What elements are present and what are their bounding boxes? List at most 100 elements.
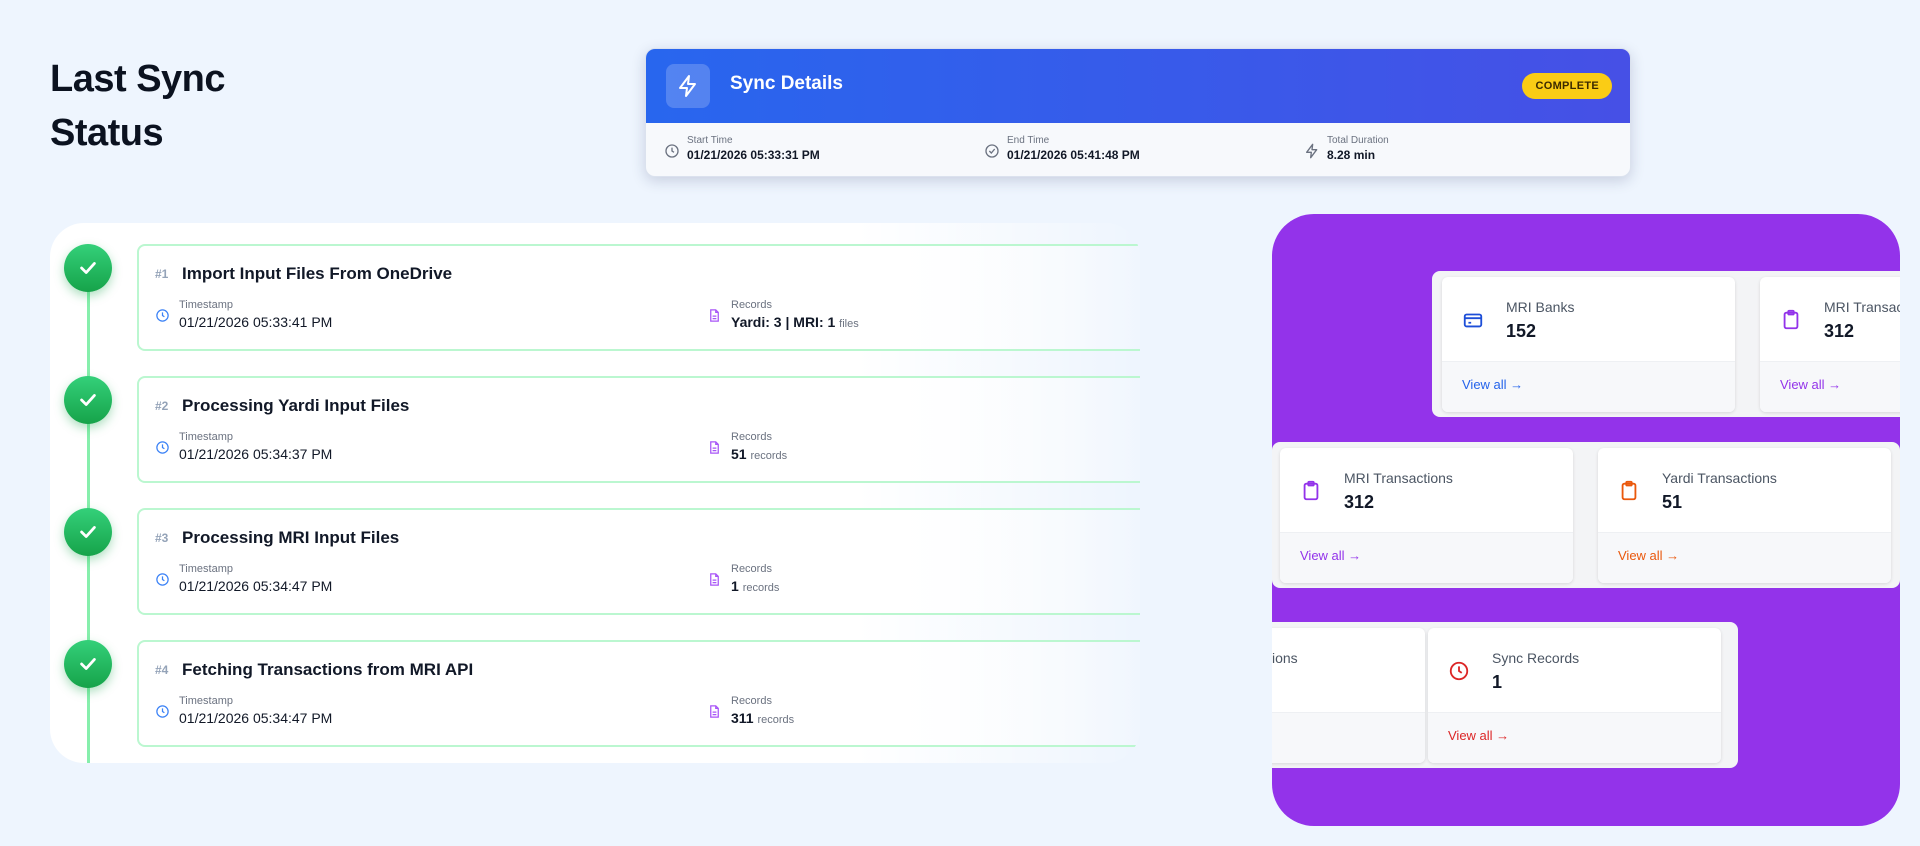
step-number: #1 bbox=[155, 267, 169, 281]
stat-value: 1 bbox=[1492, 672, 1503, 692]
document-icon bbox=[710, 573, 719, 586]
view-all-link[interactable]: View all → bbox=[1300, 548, 1361, 563]
timestamp-label: Timestamp bbox=[179, 431, 233, 443]
step-card[interactable]: #4 Fetching Transactions from MRI API Ti… bbox=[137, 640, 1140, 747]
stat-name: ions bbox=[1272, 650, 1298, 666]
end-time: End Time 01/21/2026 05:41:48 PM bbox=[984, 135, 1140, 163]
records-unit: records bbox=[757, 714, 795, 726]
stat-name: Sync Records bbox=[1492, 650, 1580, 666]
total-duration-label: Total Duration bbox=[1327, 135, 1389, 146]
view-all-link[interactable]: View all → bbox=[1462, 377, 1523, 392]
timestamp-label: Timestamp bbox=[179, 563, 233, 575]
step-records: Records 51 records bbox=[707, 430, 787, 466]
records-value: 311 bbox=[731, 710, 754, 726]
view-all-link[interactable]: View all → bbox=[1618, 548, 1679, 563]
document-icon bbox=[710, 441, 719, 454]
records-unit: files bbox=[839, 318, 859, 330]
step-card[interactable]: #1 Import Input Files From OneDrive Time… bbox=[137, 244, 1140, 351]
stat-card-sync-records[interactable]: Sync Records 1 View all → bbox=[1428, 628, 1721, 763]
sync-steps-panel: #1 Import Input Files From OneDrive Time… bbox=[50, 223, 1140, 763]
start-time-label: Start Time bbox=[687, 135, 733, 146]
clock-icon bbox=[156, 705, 169, 718]
stat-card-mri-transactions[interactable]: MRI Transac 312 View all → bbox=[1760, 277, 1900, 412]
stat-name: MRI Transac bbox=[1824, 299, 1900, 315]
records-value: Yardi: 3 | MRI: 1 bbox=[731, 314, 836, 330]
step-card[interactable]: #2 Processing Yardi Input Files Timestam… bbox=[137, 376, 1140, 483]
clock-icon bbox=[156, 441, 169, 454]
bolt-icon bbox=[1306, 143, 1318, 159]
document-icon bbox=[710, 705, 719, 718]
timestamp-value: 01/21/2026 05:34:37 PM bbox=[179, 446, 333, 462]
stat-value: 51 bbox=[1662, 492, 1683, 512]
check-icon bbox=[64, 640, 112, 688]
records-value: 1 bbox=[731, 578, 739, 594]
step-timestamp: Timestamp 01/21/2026 05:33:41 PM bbox=[155, 298, 332, 332]
end-time-value: 01/21/2026 05:41:48 PM bbox=[1007, 148, 1140, 162]
check-icon bbox=[64, 244, 112, 292]
status-badge: COMPLETE bbox=[1522, 73, 1612, 99]
timestamp-label: Timestamp bbox=[179, 695, 233, 707]
total-duration-value: 8.28 min bbox=[1327, 148, 1376, 162]
step-number: #3 bbox=[155, 531, 169, 545]
timestamp-value: 01/21/2026 05:33:41 PM bbox=[179, 314, 333, 330]
bolt-icon bbox=[666, 64, 710, 108]
clock-icon bbox=[156, 309, 169, 322]
step-title: Fetching Transactions from MRI API bbox=[182, 660, 474, 679]
start-time-value: 01/21/2026 05:33:31 PM bbox=[687, 148, 820, 162]
timestamp-label: Timestamp bbox=[179, 299, 233, 311]
stat-value: 152 bbox=[1506, 321, 1537, 341]
stat-name: Yardi Transactions bbox=[1662, 470, 1777, 486]
step-timestamp: Timestamp 01/21/2026 05:34:47 PM bbox=[155, 562, 332, 596]
records-label: Records bbox=[731, 431, 772, 443]
step-number: #4 bbox=[155, 663, 169, 677]
stat-name: MRI Transactions bbox=[1344, 470, 1453, 486]
document-icon bbox=[710, 309, 719, 322]
stats-row: MRI Transactions 312 View all → Yardi Tr… bbox=[1272, 442, 1900, 588]
step-title: Processing MRI Input Files bbox=[182, 528, 400, 547]
view-all-link[interactable]: View all → bbox=[1780, 377, 1841, 392]
sync-details-header: Sync Details COMPLETE bbox=[646, 49, 1630, 123]
stats-row: MRI Banks 152 View all → MRI Transac 312… bbox=[1432, 271, 1900, 417]
timestamp-value: 01/21/2026 05:34:47 PM bbox=[179, 578, 333, 594]
step-records: Records 311 records bbox=[707, 694, 794, 730]
view-all-link[interactable]: View all → bbox=[1448, 728, 1509, 743]
stats-panel: MRI Banks 152 View all → MRI Transac 312… bbox=[1272, 214, 1900, 826]
check-icon bbox=[64, 376, 112, 424]
end-time-label: End Time bbox=[1007, 135, 1050, 146]
credit-card-icon bbox=[1463, 313, 1483, 328]
step-records: Records 1 records bbox=[707, 562, 779, 598]
stats-row: ions Sync Records 1 View all → bbox=[1272, 622, 1738, 768]
step-timestamp: Timestamp 01/21/2026 05:34:37 PM bbox=[155, 430, 332, 464]
stat-card-mri-banks[interactable]: MRI Banks 152 View all → bbox=[1442, 277, 1735, 412]
start-time: Start Time 01/21/2026 05:33:31 PM bbox=[664, 135, 820, 163]
page-title: Last Sync Status bbox=[50, 58, 226, 154]
stat-name: MRI Banks bbox=[1506, 299, 1575, 315]
total-duration: Total Duration 8.28 min bbox=[1304, 135, 1389, 163]
sync-details-title: Sync Details bbox=[730, 73, 843, 94]
stat-value: 312 bbox=[1824, 321, 1855, 341]
check-circle-icon bbox=[985, 144, 999, 158]
clipboard-icon bbox=[1621, 480, 1637, 501]
records-value: 51 bbox=[731, 446, 747, 462]
records-unit: records bbox=[750, 450, 788, 462]
records-label: Records bbox=[731, 695, 772, 707]
stat-card-mri-transactions[interactable]: MRI Transactions 312 View all → bbox=[1280, 448, 1573, 583]
step-number: #2 bbox=[155, 399, 169, 413]
records-label: Records bbox=[731, 563, 772, 575]
step-records: Records Yardi: 3 | MRI: 1 files bbox=[707, 298, 859, 334]
clock-icon bbox=[665, 144, 679, 158]
timestamp-value: 01/21/2026 05:34:47 PM bbox=[179, 710, 333, 726]
stat-card-partial[interactable]: ions bbox=[1272, 628, 1425, 763]
step-title: Processing Yardi Input Files bbox=[182, 396, 410, 415]
step-title: Import Input Files From OneDrive bbox=[182, 264, 453, 283]
records-label: Records bbox=[731, 299, 772, 311]
sync-details-card: Sync Details COMPLETE Start Time 01/21/2… bbox=[645, 48, 1631, 177]
clipboard-icon bbox=[1783, 309, 1799, 330]
stat-card-yardi-transactions[interactable]: Yardi Transactions 51 View all → bbox=[1598, 448, 1891, 583]
stat-value: 312 bbox=[1344, 492, 1375, 512]
clipboard-icon bbox=[1303, 480, 1319, 501]
clock-icon bbox=[1449, 661, 1469, 681]
step-card[interactable]: #3 Processing MRI Input Files Timestamp 0… bbox=[137, 508, 1140, 615]
step-timestamp: Timestamp 01/21/2026 05:34:47 PM bbox=[155, 694, 332, 728]
records-unit: records bbox=[742, 582, 780, 594]
